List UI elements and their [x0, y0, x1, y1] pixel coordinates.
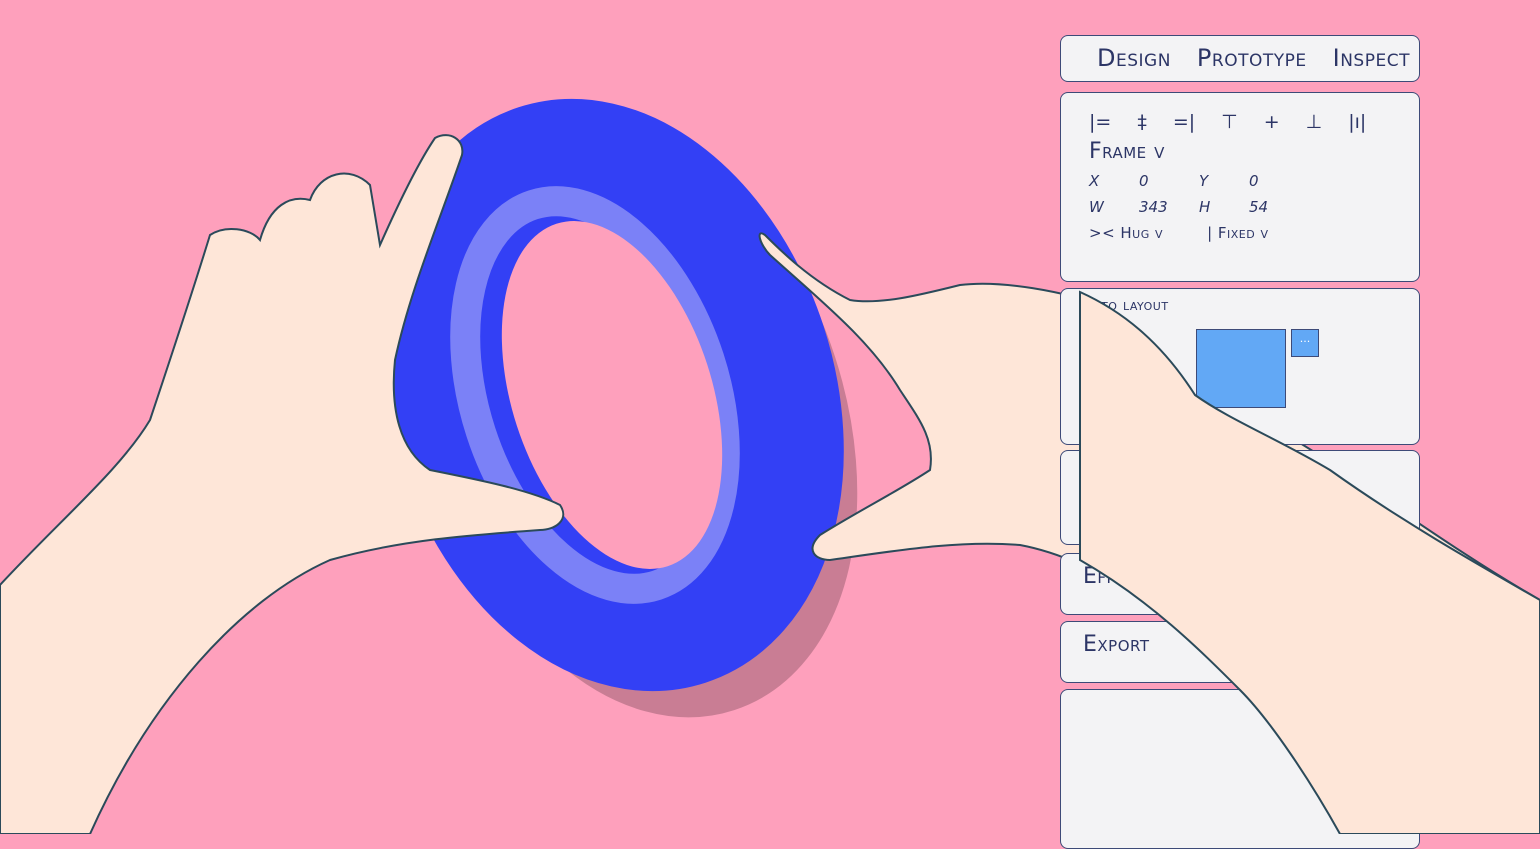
alignment-grid[interactable] [1196, 329, 1286, 408]
tab-inspect[interactable]: Inspect [1333, 44, 1410, 81]
distribute-icon[interactable]: |ı| [1348, 111, 1366, 133]
tab-bar: Design Prototype Inspect [1060, 35, 1420, 82]
y-field[interactable]: 0 [1249, 172, 1309, 190]
empty-panel-bottom [1060, 689, 1420, 849]
align-top-icon[interactable]: ⊤ [1221, 111, 1238, 133]
tab-prototype[interactable]: Prototype [1197, 44, 1307, 81]
direction-arrow-icon[interactable]: → [1123, 323, 1138, 344]
align-center-v-icon[interactable]: + [1264, 111, 1280, 133]
more-options-button[interactable]: ··· [1291, 329, 1319, 357]
fixed-dropdown[interactable]: | Fixed v [1207, 224, 1268, 242]
align-center-h-icon[interactable]: ‡ [1137, 111, 1147, 133]
align-bottom-icon[interactable]: ⊥ [1306, 111, 1323, 133]
align-left-icon[interactable]: |= [1089, 111, 1111, 133]
effect-label: Effect [1083, 564, 1147, 589]
export-section[interactable]: Export [1060, 621, 1420, 683]
empty-panel [1060, 450, 1420, 545]
auto-layout-panel: Auto layout → ··· [1060, 288, 1420, 445]
frame-dropdown[interactable]: Frame v [1089, 139, 1419, 164]
more-icon: ··· [1299, 335, 1311, 348]
y-label: Y [1199, 172, 1209, 190]
w-label: W [1089, 198, 1104, 216]
export-label: Export [1083, 632, 1150, 657]
auto-layout-label: Auto layout [1081, 295, 1169, 314]
h-field[interactable]: 54 [1249, 198, 1309, 216]
effect-section[interactable]: Effect [1060, 553, 1420, 615]
alignment-toolbar: |= ‡ =| ⊤ + ⊥ |ı| [1089, 111, 1419, 133]
x-label: X [1089, 172, 1100, 190]
h-label: H [1199, 198, 1211, 216]
x-field[interactable]: 0 [1139, 172, 1199, 190]
align-right-icon[interactable]: =| [1173, 111, 1195, 133]
w-field[interactable]: 343 [1139, 198, 1199, 216]
frame-properties-panel: |= ‡ =| ⊤ + ⊥ |ı| Frame v X 0 Y 0 W 343 … [1060, 92, 1420, 282]
hug-dropdown[interactable]: >< Hug v [1089, 224, 1163, 242]
tab-design[interactable]: Design [1097, 44, 1171, 81]
